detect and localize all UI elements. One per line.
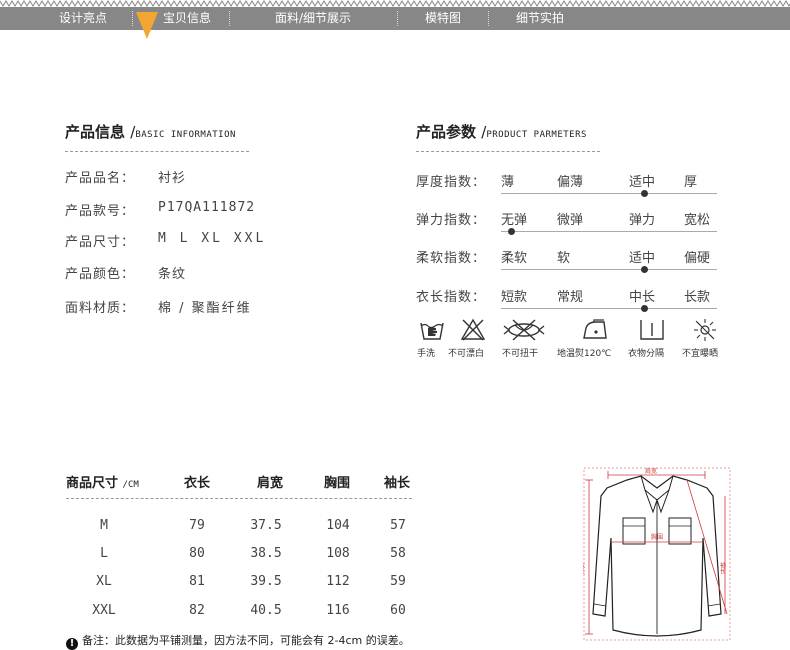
param-track — [501, 193, 717, 194]
care-label-no-bleach: 不可漂白 — [448, 349, 485, 359]
info-label: 产品颜色： — [65, 267, 136, 282]
care-label-hand-wash: 手洗 — [417, 349, 436, 359]
chest-label: 胸围 — [651, 533, 663, 541]
param-option: 长款 — [684, 290, 711, 305]
size-cell: 57 — [390, 518, 406, 533]
param-label: 衣长指数： — [416, 290, 487, 305]
param-label: 厚度指数： — [416, 175, 487, 190]
param-selected-dot — [641, 190, 648, 197]
param-option: 柔软 — [501, 251, 528, 266]
no-bleach-icon — [460, 318, 486, 341]
param-label: 弹力指数： — [416, 213, 487, 228]
low-iron-icon — [583, 319, 607, 339]
size-cell: 104 — [326, 518, 350, 533]
param-option: 厚 — [684, 175, 698, 190]
param-option: 偏薄 — [557, 175, 584, 190]
param-option: 中长 — [629, 290, 656, 305]
size-cell: 82 — [189, 603, 205, 618]
size-label: XL — [96, 574, 112, 589]
size-column-header: 肩宽 — [256, 476, 283, 491]
active-nav-arrow-icon — [136, 12, 158, 39]
size-table-title: 商品尺寸 /CM — [66, 476, 139, 491]
param-option: 无弹 — [501, 213, 528, 228]
nav-item-detail-photos[interactable]: 细节实拍 — [505, 7, 575, 30]
param-selected-dot — [641, 266, 648, 273]
param-option: 弹力 — [629, 213, 656, 228]
size-cell: 81 — [189, 574, 205, 589]
param-label: 柔软指数： — [416, 251, 487, 266]
param-option: 适中 — [629, 175, 656, 190]
size-cell: 79 — [189, 518, 205, 533]
hand-wash-icon — [420, 322, 444, 340]
size-cell: 112 — [326, 574, 350, 589]
top-zigzag-border — [0, 0, 790, 7]
param-track — [501, 308, 717, 309]
nav-bar: 设计亮点 宝贝信息 面料/细节展示 模特图 细节实拍 — [0, 7, 790, 30]
size-cell: 116 — [326, 603, 350, 618]
param-track — [501, 269, 717, 270]
info-label: 产品尺寸： — [65, 235, 136, 250]
size-cell: 80 — [189, 546, 205, 561]
size-cell: 60 — [390, 603, 406, 618]
sleeve-label: 袖长 — [719, 561, 726, 575]
param-option: 微弹 — [557, 213, 584, 228]
no-sun-icon — [694, 319, 716, 341]
info-value: P17QA111872 — [158, 200, 256, 215]
info-label: 产品款号： — [65, 204, 136, 219]
nav-separator — [397, 11, 398, 26]
info-value: 条纹 — [158, 267, 187, 282]
size-label: M — [100, 518, 108, 533]
divider — [66, 498, 412, 499]
care-label-low-iron: 地温熨120℃ — [557, 349, 612, 359]
param-option: 薄 — [501, 175, 515, 190]
size-cell: 40.5 — [250, 603, 282, 618]
param-option: 适中 — [629, 251, 656, 266]
nav-item-model-photos[interactable]: 模特图 — [413, 7, 473, 30]
size-cell: 59 — [390, 574, 406, 589]
size-cell: 38.5 — [250, 546, 282, 561]
param-selected-dot — [508, 228, 515, 235]
size-column-header: 胸围 — [323, 476, 350, 491]
size-cell: 58 — [390, 546, 406, 561]
exclamation-icon: ! — [66, 638, 78, 650]
size-cell: 39.5 — [250, 574, 282, 589]
size-cell: 108 — [326, 546, 350, 561]
info-label: 产品品名： — [65, 171, 136, 186]
nav-item-design-highlights[interactable]: 设计亮点 — [48, 7, 118, 30]
info-label: 面料材质： — [65, 301, 136, 316]
param-option: 常规 — [557, 290, 584, 305]
care-label-no-sun: 不宜曝晒 — [682, 349, 719, 359]
param-track — [501, 231, 717, 232]
size-column-header: 衣长 — [183, 476, 210, 491]
info-value: M L XL XXL — [158, 231, 267, 246]
param-option: 偏硬 — [684, 251, 711, 266]
shirt-measurement-diagram: 肩宽 胸围 衣长 袖长 — [583, 467, 731, 641]
info-value: 衬衫 — [158, 171, 187, 186]
info-value: 棉 / 聚酯纤维 — [158, 301, 252, 316]
no-wring-icon — [503, 319, 545, 341]
nav-item-fabric-details[interactable]: 面料/细节展示 — [258, 7, 368, 30]
param-selected-dot — [641, 305, 648, 312]
nav-separator — [132, 11, 133, 26]
size-label: XXL — [92, 603, 116, 618]
shoulder-label: 肩宽 — [645, 467, 657, 475]
nav-separator — [488, 11, 489, 26]
care-label-no-wring: 不可扭干 — [502, 349, 539, 359]
size-cell: 37.5 — [250, 518, 282, 533]
nav-separator — [229, 11, 230, 26]
param-option: 宽松 — [684, 213, 711, 228]
param-option: 软 — [557, 251, 571, 266]
size-column-header: 袖长 — [383, 476, 410, 491]
divider — [416, 151, 600, 152]
wash-separately-icon — [640, 320, 664, 340]
measurement-note: ! 备注：此数据为平铺测量，因方法不同，可能会有 2-4cm 的误差。 — [66, 632, 410, 650]
divider — [65, 151, 249, 152]
size-label: L — [100, 546, 108, 561]
product-params-title: 产品参数 /PRODUCT PARMETERS — [416, 123, 587, 141]
product-info-title: 产品信息 /BASIC INFORMATION — [65, 123, 236, 141]
nav-item-product-info[interactable]: 宝贝信息 — [152, 7, 222, 30]
care-label-wash-separately: 衣物分隔 — [628, 349, 665, 359]
param-option: 短款 — [501, 290, 528, 305]
